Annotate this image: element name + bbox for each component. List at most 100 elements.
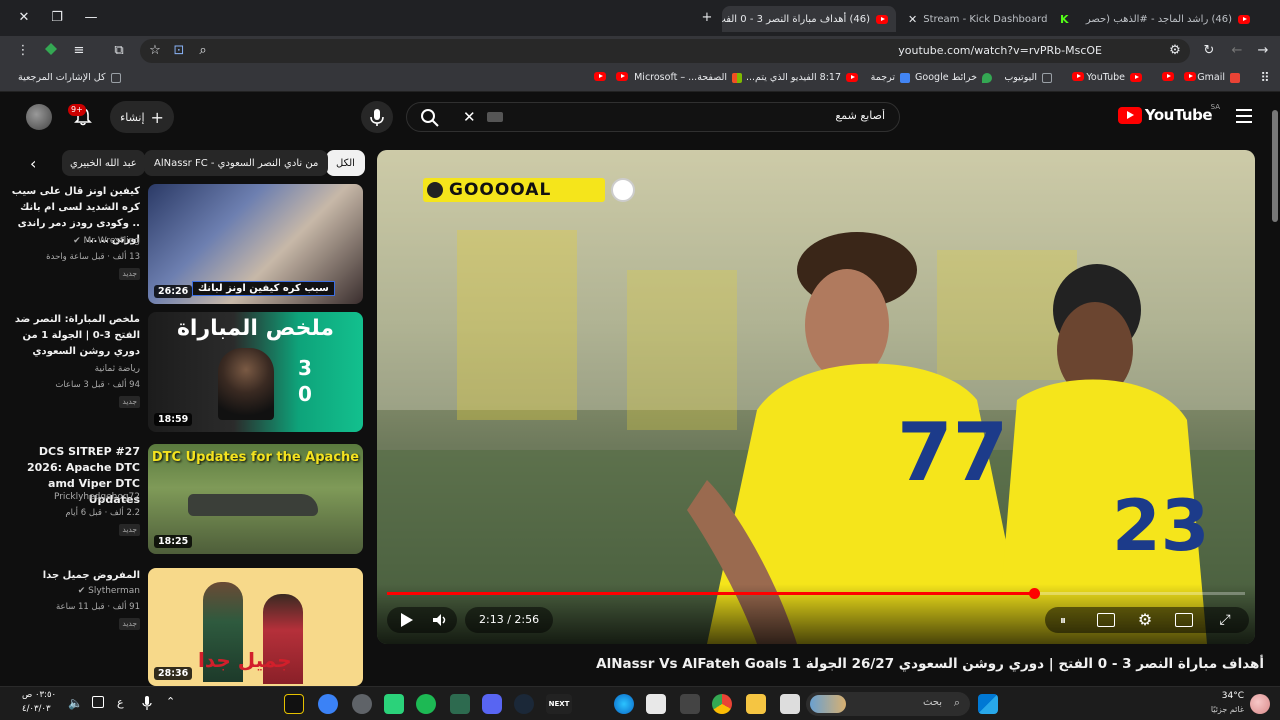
bookmark-youtube-red-4[interactable] — [616, 72, 628, 81]
keyboard-icon[interactable] — [487, 112, 503, 122]
channel-name[interactable]: Mr Wrestling ✔ — [73, 236, 140, 246]
fullscreen-icon[interactable]: ⤢ — [1215, 610, 1235, 630]
bookmark-youtube-red-2[interactable] — [1162, 72, 1174, 81]
taskbar-app-2-icon[interactable] — [318, 694, 338, 714]
youtube-logo[interactable]: YouTube — [1117, 106, 1213, 124]
site-settings-icon[interactable]: ⚙ — [1166, 42, 1184, 60]
search-button[interactable] — [419, 107, 451, 129]
bookmark-google-maps[interactable]: خرائط Google — [915, 72, 992, 83]
taskbar-app-3d-icon[interactable] — [680, 694, 700, 714]
tab-kick-dashboard[interactable]: ✕ Stream - Kick Dashboard — [900, 6, 1048, 32]
taskbar-search-box[interactable]: ⌕ بحث — [806, 692, 970, 716]
forward-icon[interactable]: ← — [1228, 42, 1246, 60]
list-item[interactable]: DTC Updates for the Apache 18:25 DCS SIT… — [6, 444, 366, 554]
file-explorer-icon[interactable] — [746, 694, 766, 714]
bookmark-video-playing[interactable]: 8:17 الفيديو الذي يتم... — [746, 72, 858, 83]
window-minimize-icon[interactable]: — — [81, 8, 101, 28]
video-thumbnail[interactable]: ملخص المباراة 3 0 18:59 — [148, 312, 363, 432]
search-box[interactable]: ✕ — [406, 102, 900, 132]
volume-button[interactable] — [431, 611, 449, 629]
bookmark-youtube[interactable]: YouTube — [1086, 72, 1142, 83]
bookmark-youtube-red-3[interactable] — [1072, 72, 1084, 81]
input-language-indicator[interactable]: ع — [117, 696, 124, 709]
progress-knob[interactable] — [1028, 588, 1040, 599]
voice-search-button[interactable] — [361, 101, 393, 133]
back-icon[interactable]: → — [1254, 42, 1272, 60]
chrome-icon[interactable] — [712, 694, 732, 714]
discord-icon[interactable] — [482, 694, 502, 714]
speaker-icon[interactable]: 🔈 — [68, 696, 83, 710]
list-item[interactable]: سبب كره كيفين اونز لبانك 26:26 كيفين اون… — [6, 184, 366, 304]
settings-gear-icon[interactable]: ⚙ — [1135, 610, 1155, 630]
chip-alnassr-fc[interactable]: من نادي النصر السعودي - AlNassr FC — [144, 150, 329, 176]
bookmark-star-icon[interactable]: ☆ — [146, 42, 164, 60]
reload-icon[interactable]: ↻ — [1200, 42, 1218, 60]
network-icon[interactable] — [92, 696, 104, 708]
pause-autoplay-icon[interactable]: ⏸ — [1055, 612, 1071, 628]
video-title[interactable]: ملخص المباراة: النصر ضد الفتح 3-0 | الجو… — [10, 312, 140, 360]
channel-name[interactable]: رياضة ثمانية — [95, 364, 140, 374]
taskbar-app-window-icon[interactable] — [780, 694, 800, 714]
create-button[interactable]: + إنشاء — [110, 101, 174, 133]
menu-kebab-icon[interactable]: ⋮ — [14, 42, 32, 60]
channel-name[interactable]: Pricklyhedgehog72 — [54, 492, 140, 502]
weather-icon[interactable] — [1250, 694, 1270, 714]
bookmark-translate[interactable]: ترجمة — [871, 72, 910, 83]
windows-start-icon[interactable] — [978, 694, 998, 714]
weather-description[interactable]: غائم جزئيًا — [1211, 705, 1244, 714]
video-thumbnail[interactable]: DTC Updates for the Apache 18:25 — [148, 444, 363, 554]
all-bookmarks[interactable]: كل الإشارات المرجعية — [18, 72, 121, 83]
clear-search-icon[interactable]: ✕ — [463, 109, 476, 125]
reading-list-icon[interactable]: ≡ — [70, 42, 88, 60]
zoom-icon[interactable]: ⌕ — [194, 42, 212, 60]
list-item[interactable]: ملخص المباراة 3 0 18:59 ملخص المباراة: ا… — [6, 312, 366, 432]
progress-bar[interactable] — [387, 588, 1245, 599]
bookmark-gmail[interactable]: Gmail — [1197, 72, 1240, 83]
tab-rashed-almajed[interactable]: (46) راشد الماجد - #الذهب (حصر — [1084, 6, 1258, 32]
clock-time[interactable]: ٠٣:٥٠ ص — [22, 690, 56, 700]
video-title[interactable]: المفروض جميل جدا — [10, 568, 140, 584]
extensions-puzzle-icon[interactable]: ⧉ — [110, 42, 128, 60]
window-close-icon[interactable]: ✕ — [14, 8, 34, 28]
taskbar-app-1-icon[interactable] — [284, 694, 304, 714]
extension-icon[interactable] — [42, 42, 60, 60]
taskbar-app-4-icon[interactable] — [384, 694, 404, 714]
subtitles-icon[interactable] — [1097, 613, 1115, 627]
bookmark-youtube-folder[interactable]: اليوتيوب — [1004, 72, 1052, 83]
taskbar-app-6-icon[interactable] — [450, 694, 470, 714]
window-restore-icon[interactable]: ❐ — [47, 8, 67, 28]
install-app-icon[interactable]: ⊡ — [170, 42, 188, 60]
scrollbar-thumb[interactable] — [1272, 110, 1278, 222]
tab-kick[interactable]: K — [1052, 6, 1080, 32]
avatar[interactable] — [26, 104, 52, 130]
edge-icon[interactable] — [614, 694, 634, 714]
microphone-tray-icon[interactable] — [142, 695, 152, 711]
video-thumbnail[interactable]: جميل جدا 28:36 — [148, 568, 363, 686]
tab-close-icon[interactable]: ✕ — [908, 13, 917, 26]
address-bar[interactable]: ☆ ⊡ ⌕ youtube.com/watch?v=rvPRb-MscOE ⚙ — [140, 39, 1190, 63]
weather-temperature[interactable]: 34°C — [1222, 691, 1244, 701]
list-item[interactable]: جميل جدا 28:36 المفروض جميل جدا Slytherm… — [6, 568, 366, 686]
steam-icon[interactable] — [514, 694, 534, 714]
taskbar-settings-icon[interactable] — [352, 694, 372, 714]
page-scrollbar[interactable] — [1272, 96, 1278, 684]
play-button[interactable] — [397, 611, 415, 629]
bookmark-youtube-red-5[interactable] — [594, 72, 606, 81]
chips-next-chevron-icon[interactable]: ‹ — [30, 154, 36, 173]
video-thumbnail[interactable]: سبب كره كيفين اونز لبانك 26:26 — [148, 184, 363, 304]
apps-grid-icon[interactable]: ⠿ — [1256, 70, 1274, 88]
next-app-icon[interactable]: NEXT — [546, 694, 572, 714]
hamburger-menu-icon[interactable] — [1236, 109, 1252, 123]
tab-alnassr-goals[interactable]: (46) أهداف مباراة النصر 3 - 0 الفت ✕ — [722, 6, 896, 32]
store-icon[interactable] — [646, 694, 666, 714]
channel-name[interactable]: Slytherman ✔ — [78, 586, 140, 596]
spotify-icon[interactable] — [416, 694, 436, 714]
bookmark-youtube-red-1[interactable] — [1184, 72, 1196, 81]
tray-overflow-chevron-icon[interactable]: ⌃ — [166, 695, 175, 708]
bookmark-microsoft[interactable]: الصفحة... – Microsoft — [634, 72, 742, 83]
new-tab-icon[interactable]: + — [697, 8, 717, 28]
clock-date[interactable]: ٤/٠٣/٠٣ — [22, 704, 51, 714]
video-player[interactable]: 77 23 GOOOOAL 2:13 / 2:56 ⏸ ⚙ ⤢ — [377, 150, 1255, 644]
chip-abdullah-alkhabiri[interactable]: عبد الله الخبيري — [62, 150, 145, 176]
chip-all[interactable]: الكل — [326, 150, 365, 176]
